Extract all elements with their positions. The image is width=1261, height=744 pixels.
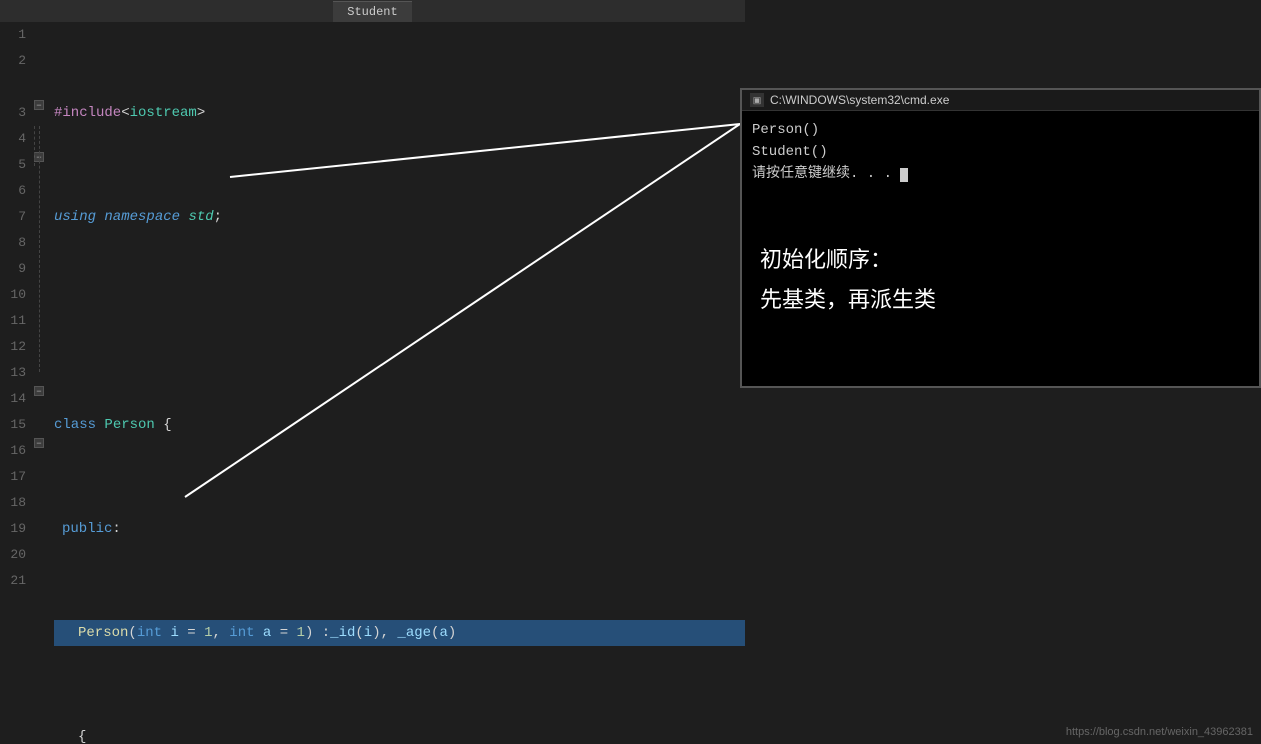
cmd-window: ▣ C:\WINDOWS\system32\cmd.exe Person() S… (740, 88, 1261, 388)
tab-bar[interactable]: Student (0, 0, 745, 22)
cmd-titlebar: ▣ C:\WINDOWS\system32\cmd.exe (742, 90, 1259, 111)
cmd-line-1: Person() (752, 119, 1249, 141)
gutter: − − − − (32, 22, 46, 744)
cmd-content: Person() Student() 请按任意键继续. . . (742, 111, 1259, 193)
cmd-cursor (900, 168, 908, 182)
editor-area: Student 1 2 3 4 5 6 7 8 9 10 11 12 13 14… (0, 0, 745, 744)
cmd-line-3: 请按任意键继续. . . (752, 163, 1249, 185)
tab-student[interactable]: Student (333, 1, 411, 22)
fold-person[interactable]: − (34, 100, 44, 110)
fold-student-ctor[interactable]: − (34, 438, 44, 448)
cmd-icon: ▣ (750, 93, 764, 107)
code-lines: #include<iostream> using namespace std; … (46, 22, 745, 744)
fold-student[interactable]: − (34, 386, 44, 396)
annotation-title: 初始化顺序： (760, 240, 1240, 280)
annotation-box: 初始化顺序： 先基类，再派生类 (760, 240, 1240, 320)
line-numbers: 1 2 3 4 5 6 7 8 9 10 11 12 13 14 15 16 1… (0, 22, 32, 744)
code-container: 1 2 3 4 5 6 7 8 9 10 11 12 13 14 15 16 1… (0, 22, 745, 744)
cmd-title: C:\WINDOWS\system32\cmd.exe (770, 93, 949, 107)
cmd-line-2: Student() (752, 141, 1249, 163)
annotation-body: 先基类，再派生类 (760, 280, 1240, 320)
csdn-watermark: https://blog.csdn.net/weixin_43962381 (1066, 726, 1253, 738)
